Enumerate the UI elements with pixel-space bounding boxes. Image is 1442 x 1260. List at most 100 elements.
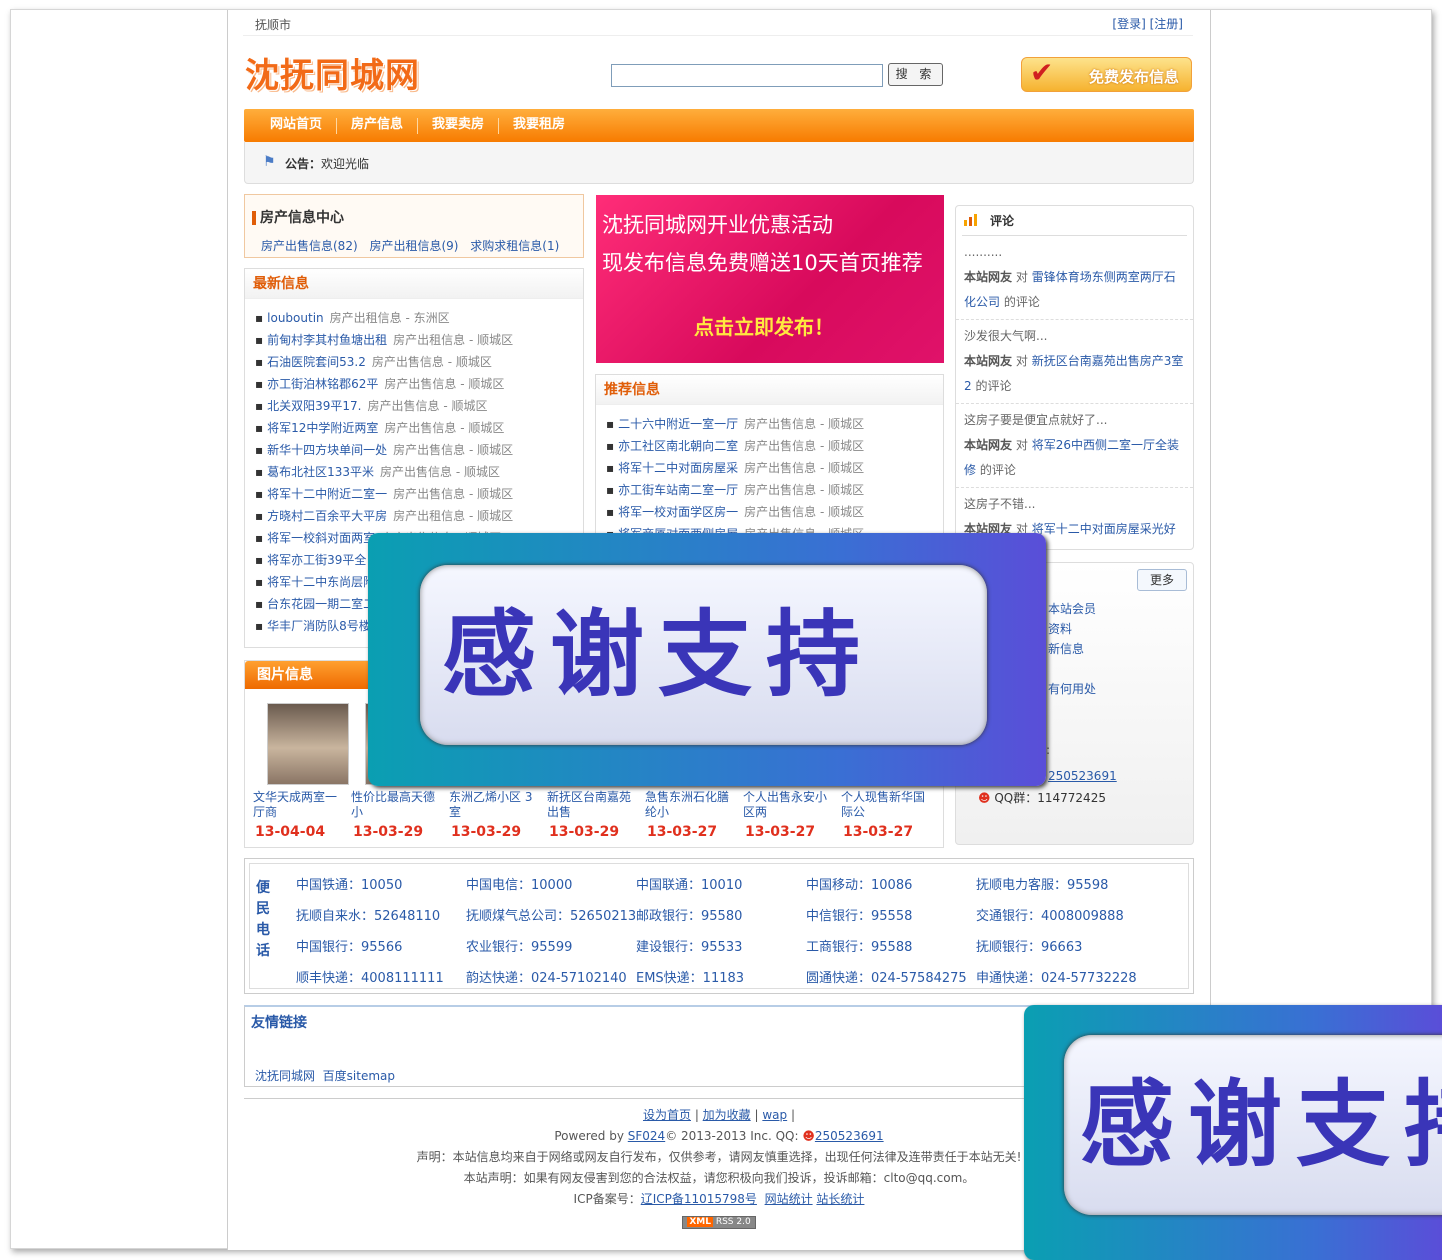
banner-cta[interactable]: 点击立即发布！: [694, 311, 834, 340]
list-item-link[interactable]: 将军一校对面学区房一: [618, 505, 738, 519]
qq-penguin-icon: ☻: [978, 791, 991, 805]
list-item-link[interactable]: 将军12中学附近两室: [267, 421, 378, 435]
thanks-ad-overlay-corner[interactable]: 感谢支持: [1024, 1005, 1442, 1260]
bullet: ▪: [255, 399, 264, 413]
nav-sell-house[interactable]: 我要卖房: [418, 109, 498, 141]
recommend-list: ▪ 二十六中附近一室一厅 房产出售信息 - 顺城区 ▪ 亦工社区南北朝向二室 房产出售信息…: [596, 405, 943, 543]
list-item-link[interactable]: 亦工街泊林铭郡62平: [267, 377, 378, 391]
phone-entry: 建设银行：95533: [636, 940, 743, 955]
nav-rent-house[interactable]: 我要租房: [499, 109, 579, 141]
thanks-ad-text: 感谢支持: [420, 565, 987, 745]
comment-item: .......... 本站网友 对 雷锋体育场东侧两室两厅石化公司 的评论: [956, 236, 1193, 320]
phone-entry: 中国移动：10086: [806, 878, 913, 893]
comment-on: 对: [1015, 270, 1028, 284]
comment-on: 对: [1015, 354, 1028, 368]
phones-inner: 便民电话 中国铁通：10050 中国电信：10000 中国联通：10010 中国移动：…: [249, 863, 1189, 989]
link-sale-info[interactable]: 房产出售信息(82): [261, 239, 358, 253]
phones-title: 便民电话: [256, 880, 270, 959]
list-item-link[interactable]: 葛布北社区133平米: [267, 465, 374, 479]
rss-badge[interactable]: XML RSS 2.0: [682, 1216, 756, 1229]
link-rent-info[interactable]: 房产出租信息(9): [369, 239, 458, 253]
member-link[interactable]: 本站会员: [1048, 599, 1096, 619]
list-item: ▪ 亦工街车站南二室一厅 房产出售信息 - 顺城区: [606, 479, 943, 501]
info-center-panel: 房产信息中心 房产出售信息(82) 房产出租信息(9) 求购求租信息(1): [244, 194, 584, 258]
comment-text: 这房子要是便宜点就好了...: [964, 413, 1108, 427]
banner-line-1: 沈抚同城网开业优惠活动: [602, 213, 833, 237]
add-favorite-link[interactable]: 加为收藏: [703, 1108, 751, 1122]
friend-links-title: 友情链接: [251, 1015, 307, 1031]
list-item-link[interactable]: 将军一校斜对面两室: [267, 531, 375, 545]
nav-property-info[interactable]: 房产信息: [337, 109, 417, 141]
photo-caption[interactable]: 东洲乙烯小区 3室: [449, 790, 539, 820]
register-link[interactable]: [注册]: [1150, 17, 1183, 31]
list-item-category: 房产出售信息 - 顺城区: [393, 487, 514, 501]
public-phones-panel: 便民电话 中国铁通：10050 中国电信：10000 中国联通：10010 中国移动：…: [244, 858, 1194, 994]
info-center-links: 房产出售信息(82) 房产出租信息(9) 求购求租信息(1): [261, 237, 567, 254]
list-item-link[interactable]: 方晓村二百余平大平房: [267, 509, 387, 523]
top-bar: 抚顺市 [登录] [注册]: [243, 12, 1193, 36]
bullet: ▪: [255, 421, 264, 435]
list-item-link[interactable]: 台东花园一期二室二: [267, 597, 375, 611]
list-item-link[interactable]: 二十六中附近一室一厅: [618, 417, 738, 431]
photo-caption[interactable]: 新抚区台南嘉苑出售: [547, 790, 637, 820]
photo-date: 13-03-29: [549, 824, 620, 840]
member-link[interactable]: [1048, 659, 1096, 679]
search-input[interactable]: [611, 64, 883, 87]
site-stats-link[interactable]: 网站统计: [765, 1192, 813, 1206]
webmaster-stats-link[interactable]: 站长统计: [816, 1192, 864, 1206]
qq-link[interactable]: 250523691: [1048, 769, 1117, 783]
list-item-link[interactable]: 石油医院套间53.2: [267, 355, 366, 369]
comments-list: .......... 本站网友 对 雷锋体育场东侧两室两厅石化公司 的评论 沙发很大…: [956, 236, 1193, 572]
list-item-link[interactable]: louboutin: [267, 311, 324, 325]
list-item-category: 房产出售信息 - 顺城区: [744, 505, 865, 519]
member-link[interactable]: 有何用处: [1048, 679, 1096, 699]
photo-thumbnail[interactable]: [267, 703, 349, 785]
photo-caption[interactable]: 性价比最高天德小: [351, 790, 441, 820]
link-wanted-info[interactable]: 求购求租信息(1): [470, 239, 559, 253]
sf024-link[interactable]: SF024: [628, 1129, 665, 1143]
notice-message: 欢迎光临: [321, 157, 370, 171]
phone-entry: 抚顺煤气总公司：52650213: [466, 909, 637, 924]
photo-date: 13-03-29: [353, 824, 424, 840]
search-button[interactable]: 搜 索: [888, 63, 943, 86]
list-item-link[interactable]: 前甸村李其村鱼塘出租: [267, 333, 387, 347]
footer-qq-link[interactable]: 250523691: [815, 1129, 884, 1143]
phone-entry: 中国联通：10010: [636, 878, 743, 893]
photo-caption[interactable]: 个人出售永安小区两: [743, 790, 833, 820]
bullet: ▪: [255, 509, 264, 523]
comment-author: 本站网友: [964, 438, 1013, 452]
thanks-ad-overlay[interactable]: 感谢支持: [368, 533, 1046, 786]
nav-home[interactable]: 网站首页: [244, 109, 336, 141]
member-link[interactable]: 资料: [1048, 619, 1096, 639]
list-item-link[interactable]: 华丰厂消防队8号楼: [267, 619, 371, 633]
bullet: ▪: [255, 597, 264, 611]
friend-link[interactable]: 沈抚同城网: [255, 1069, 315, 1083]
list-item-link[interactable]: 将军十二中东尚层附: [267, 575, 375, 589]
photo-caption[interactable]: 个人现售新华国际公: [841, 790, 931, 820]
list-item-link[interactable]: 亦工社区南北朝向二室: [618, 439, 738, 453]
list-item-link[interactable]: 将军十二中附近二室一: [267, 487, 387, 501]
list-item-link[interactable]: 将军十二中对面房屋采: [618, 461, 738, 475]
wap-link[interactable]: wap: [762, 1108, 787, 1122]
friend-link[interactable]: 百度sitemap: [323, 1069, 395, 1083]
more-button[interactable]: 更多: [1137, 569, 1187, 591]
icp-link[interactable]: 辽ICP备11015798号: [641, 1192, 757, 1206]
list-item-link[interactable]: 新华十四方块单间一处: [267, 443, 387, 457]
comment-on: 对: [1015, 438, 1028, 452]
site-logo[interactable]: 沈抚同城网: [245, 48, 420, 97]
friend-links: 沈抚同城网 百度sitemap: [255, 1067, 395, 1084]
list-item-category: 房产出售信息 - 顺城区: [744, 461, 865, 475]
list-item-link[interactable]: 北关双阳39平17.: [267, 399, 361, 413]
list-item-link[interactable]: 将军亦工街39平全: [267, 553, 366, 567]
list-item-link[interactable]: 亦工街车站南二室一厅: [618, 483, 738, 497]
comment-text: 这房子不错...: [964, 497, 1036, 511]
member-link[interactable]: 新信息: [1048, 639, 1096, 659]
photo-caption[interactable]: 急售东洲石化膳纶小: [645, 790, 735, 820]
phone-entry: 工商银行：95588: [806, 940, 913, 955]
set-homepage-link[interactable]: 设为首页: [643, 1108, 691, 1122]
rss-version-label: RSS 2.0: [715, 1217, 751, 1227]
promo-banner[interactable]: 沈抚同城网开业优惠活动 现发布信息免费赠送10天首页推荐 点击立即发布！: [596, 195, 944, 363]
photo-item[interactable]: 文华天成两室一厅商 13-04-04: [253, 703, 349, 840]
login-link[interactable]: [登录]: [1112, 17, 1145, 31]
photo-caption[interactable]: 文华天成两室一厅商: [253, 790, 343, 820]
